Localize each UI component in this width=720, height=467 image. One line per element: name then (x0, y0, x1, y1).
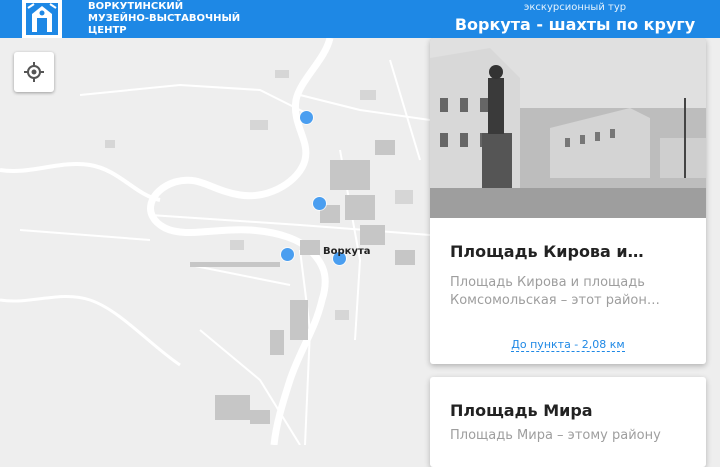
poi-description: Площадь Кирова и площадь Комсомольская –… (450, 275, 660, 308)
poi-title: Площадь Кирова и… (450, 242, 644, 261)
org-name-line2: МУЗЕЙНО-ВЫСТАВОЧНЫЙ (88, 13, 241, 24)
app-header: ВОРКУТИНСКИЙ МУЗЕЙНО-ВЫСТАВОЧНЫЙ ЦЕНТР э… (0, 0, 720, 38)
poi-card[interactable]: Площадь Мира Площадь Мира – этому району (430, 377, 706, 467)
org-name: ВОРКУТИНСКИЙ МУЗЕЙНО-ВЫСТАВОЧНЫЙ ЦЕНТР (88, 1, 240, 37)
city-label: Воркута (323, 246, 371, 257)
map-marker[interactable] (313, 197, 326, 210)
crosshair-icon (24, 62, 44, 82)
museum-logo-icon[interactable] (20, 0, 82, 38)
poi-description: Площадь Мира – этому району (450, 428, 661, 443)
map-marker[interactable] (281, 248, 294, 261)
tour-type-label: экскурсионный тур (523, 2, 627, 13)
map-marker[interactable] (300, 111, 313, 124)
poi-photo (430, 38, 706, 218)
tour-heading: экскурсионный тур Воркута - шахты по кру… (430, 0, 720, 38)
org-name-line3: ЦЕНТР (88, 25, 127, 36)
distance-link[interactable]: До пункта - 2,08 км (430, 338, 706, 352)
distance-label: До пункта - 2,08 км (511, 338, 625, 352)
org-name-line1: ВОРКУТИНСКИЙ (88, 1, 184, 12)
locate-me-button[interactable] (14, 52, 54, 92)
poi-card[interactable]: Площадь Кирова и… Площадь Кирова и площа… (430, 38, 706, 364)
tour-title: Воркута - шахты по кругу (454, 15, 696, 34)
poi-title: Площадь Мира (450, 401, 593, 420)
